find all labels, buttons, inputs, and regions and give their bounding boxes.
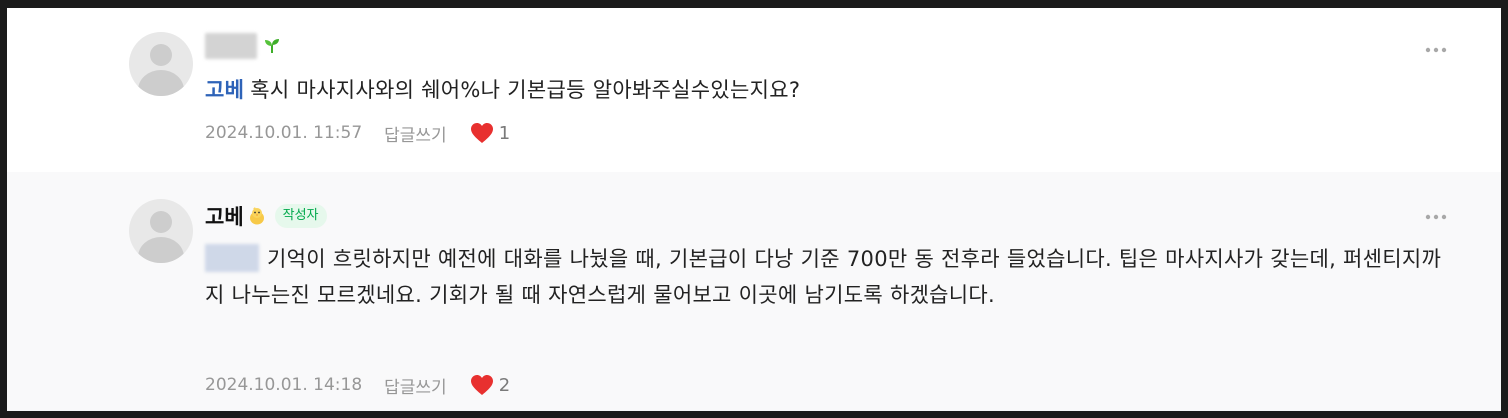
like-button[interactable]: 1 — [469, 121, 510, 145]
reply-button[interactable]: 답글쓰기 — [384, 373, 447, 398]
reply-button[interactable]: 답글쓰기 — [384, 121, 447, 146]
like-count: 2 — [498, 374, 511, 396]
comment-text: 고베 혹시 마사지사와의 쉐어%나 기본급등 알아봐주실수있는지요? — [205, 72, 1445, 108]
comment-header: 고베 작성자 — [205, 202, 327, 230]
comment-meta: 2024.10.01. 11:57 답글쓰기 1 — [205, 118, 510, 148]
like-button[interactable]: 2 — [469, 373, 510, 397]
author-badge: 작성자 — [274, 204, 327, 228]
comment-meta: 2024.10.01. 14:18 답글쓰기 2 — [205, 370, 510, 400]
avatar-body-shape — [138, 70, 184, 96]
sprout-icon — [263, 37, 281, 55]
comment-body: 혹시 마사지사와의 쉐어%나 기본급등 알아봐주실수있는지요? — [250, 78, 801, 102]
chick-icon — [247, 206, 267, 226]
comment-header — [205, 32, 281, 60]
like-count: 1 — [498, 122, 511, 144]
avatar[interactable] — [129, 199, 193, 263]
comment-list: 고베 혹시 마사지사와의 쉐어%나 기본급등 알아봐주실수있는지요? 2024.1… — [7, 8, 1501, 411]
author-name-blurred[interactable] — [205, 33, 257, 59]
mention-link-blurred[interactable] — [205, 244, 259, 272]
comment-date: 2024.10.01. 11:57 — [205, 123, 363, 143]
author-name[interactable]: 고베 — [205, 201, 244, 231]
comment-item: 고베 작성자 기억이 흐릿하지만 예전에 대화를 나눴을 때, 기본급이 다낭 … — [7, 172, 1501, 411]
more-options-icon[interactable] — [1422, 209, 1450, 225]
avatar[interactable] — [129, 32, 193, 96]
avatar-head-shape — [150, 44, 172, 66]
avatar-body-shape — [138, 237, 184, 263]
mention-link[interactable]: 고베 — [205, 78, 244, 102]
heart-icon — [470, 375, 493, 395]
comment-body: 기억이 흐릿하지만 예전에 대화를 나눴을 때, 기본급이 다낭 기준 700만… — [205, 247, 1442, 307]
comment-item: 고베 혹시 마사지사와의 쉐어%나 기본급등 알아봐주실수있는지요? 2024.1… — [7, 8, 1501, 172]
avatar-head-shape — [150, 211, 172, 233]
heart-icon — [470, 123, 493, 143]
comment-text: 기억이 흐릿하지만 예전에 대화를 나눴을 때, 기본급이 다낭 기준 700만… — [205, 241, 1445, 313]
comment-date: 2024.10.01. 14:18 — [205, 375, 363, 395]
more-options-icon[interactable] — [1422, 42, 1450, 58]
